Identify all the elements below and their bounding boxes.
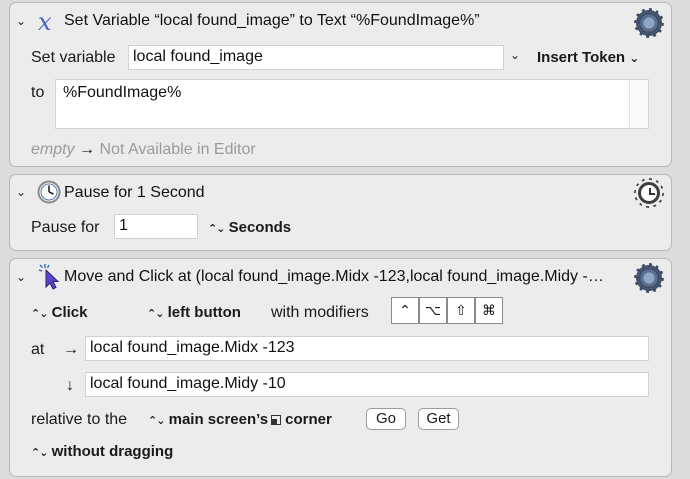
not-available-label: Not Available in Editor — [99, 141, 256, 158]
text-value-field[interactable]: %FoundImage% — [55, 79, 649, 129]
pause-for-label: Pause for — [31, 219, 100, 236]
go-button[interactable]: Go — [366, 408, 406, 430]
arrow-right-icon: → — [79, 141, 96, 158]
text-scrollbar[interactable] — [629, 80, 648, 128]
set-variable-action: ⌄ x Set Variable “local found_image” to … — [9, 2, 672, 167]
to-label: to — [31, 84, 45, 101]
set-variable-label: Set variable — [31, 49, 116, 66]
clock-icon — [37, 180, 61, 204]
button-label: left button — [167, 304, 241, 321]
relative-value: main screen’s — [168, 411, 269, 428]
command-modifier-checkbox[interactable]: ⌘ — [475, 297, 503, 324]
shift-modifier-checkbox[interactable]: ⇧ — [447, 297, 475, 324]
drag-label: without dragging — [51, 443, 174, 460]
action-title: Move and Click at (local found_image.Mid… — [64, 268, 604, 285]
pause-duration-field[interactable]: 1 — [114, 214, 198, 239]
mouse-button-select[interactable]: ⌃⌄ left button — [147, 304, 241, 321]
empty-label: empty — [31, 141, 75, 158]
updown-chevron-icon: ⌃⌄ — [148, 415, 165, 427]
variable-dropdown-chevron-icon[interactable]: ⌄ — [510, 48, 520, 62]
variable-name-field[interactable]: local found_image — [128, 45, 504, 70]
updown-chevron-icon: ⌃⌄ — [147, 308, 164, 320]
click-type-select[interactable]: ⌃⌄ Click — [31, 304, 87, 321]
svg-text:x: x — [38, 9, 52, 35]
cursor-click-icon — [38, 264, 60, 290]
collapse-chevron-icon[interactable]: ⌄ — [16, 14, 26, 28]
control-modifier-checkbox[interactable]: ⌃ — [391, 297, 419, 324]
corner-select[interactable]: corner — [271, 411, 332, 428]
collapse-chevron-icon[interactable]: ⌄ — [16, 185, 26, 199]
insert-token-button[interactable]: Insert Token ⌄ — [537, 49, 639, 66]
relative-to-select[interactable]: ⌃⌄ main screen’s — [148, 411, 268, 428]
variable-x-icon: x — [38, 9, 52, 35]
y-arrow-icon: ↓ — [66, 377, 74, 394]
at-label: at — [31, 341, 45, 358]
unit-label: Seconds — [228, 219, 292, 236]
x-coordinate-field[interactable]: local found_image.Midx -123 — [85, 336, 649, 361]
action-title: Set Variable “local found_image” to Text… — [64, 12, 480, 29]
unit-select[interactable]: ⌃⌄ Seconds — [208, 219, 291, 236]
empty-status-line: empty → Not Available in Editor — [31, 141, 256, 159]
text-value: %FoundImage% — [63, 84, 182, 101]
corner-icon — [271, 415, 281, 425]
clock-face-icon — [638, 182, 660, 204]
action-title: Pause for 1 Second — [64, 184, 205, 201]
get-button[interactable]: Get — [418, 408, 459, 430]
insert-token-label: Insert Token — [537, 49, 626, 66]
drag-option-select[interactable]: ⌃⌄ without dragging — [31, 443, 173, 460]
updown-chevron-icon: ⌃⌄ — [208, 223, 225, 235]
relative-to-label: relative to the — [31, 411, 128, 428]
updown-chevron-icon: ⌃⌄ — [31, 447, 48, 459]
modifiers-label: with modifiers — [271, 304, 369, 321]
clock-settings-icon[interactable] — [634, 178, 664, 208]
gear-icon[interactable] — [638, 267, 660, 289]
pause-action: ⌄ Pause for 1 Second Pause for 1 ⌃⌄ Seco… — [9, 174, 672, 251]
gear-icon[interactable] — [638, 12, 660, 34]
collapse-chevron-icon[interactable]: ⌄ — [16, 270, 26, 284]
click-label: Click — [51, 304, 88, 321]
move-and-click-action: ⌄ Move and Click at (local found_image.M… — [9, 258, 672, 477]
y-coordinate-field[interactable]: local found_image.Midy -10 — [85, 372, 649, 397]
chevron-down-icon: ⌄ — [629, 51, 640, 65]
updown-chevron-icon: ⌃⌄ — [31, 308, 48, 320]
x-arrow-icon: → — [63, 341, 79, 358]
corner-label: corner — [285, 411, 332, 428]
option-modifier-checkbox[interactable]: ⌥ — [419, 297, 447, 324]
